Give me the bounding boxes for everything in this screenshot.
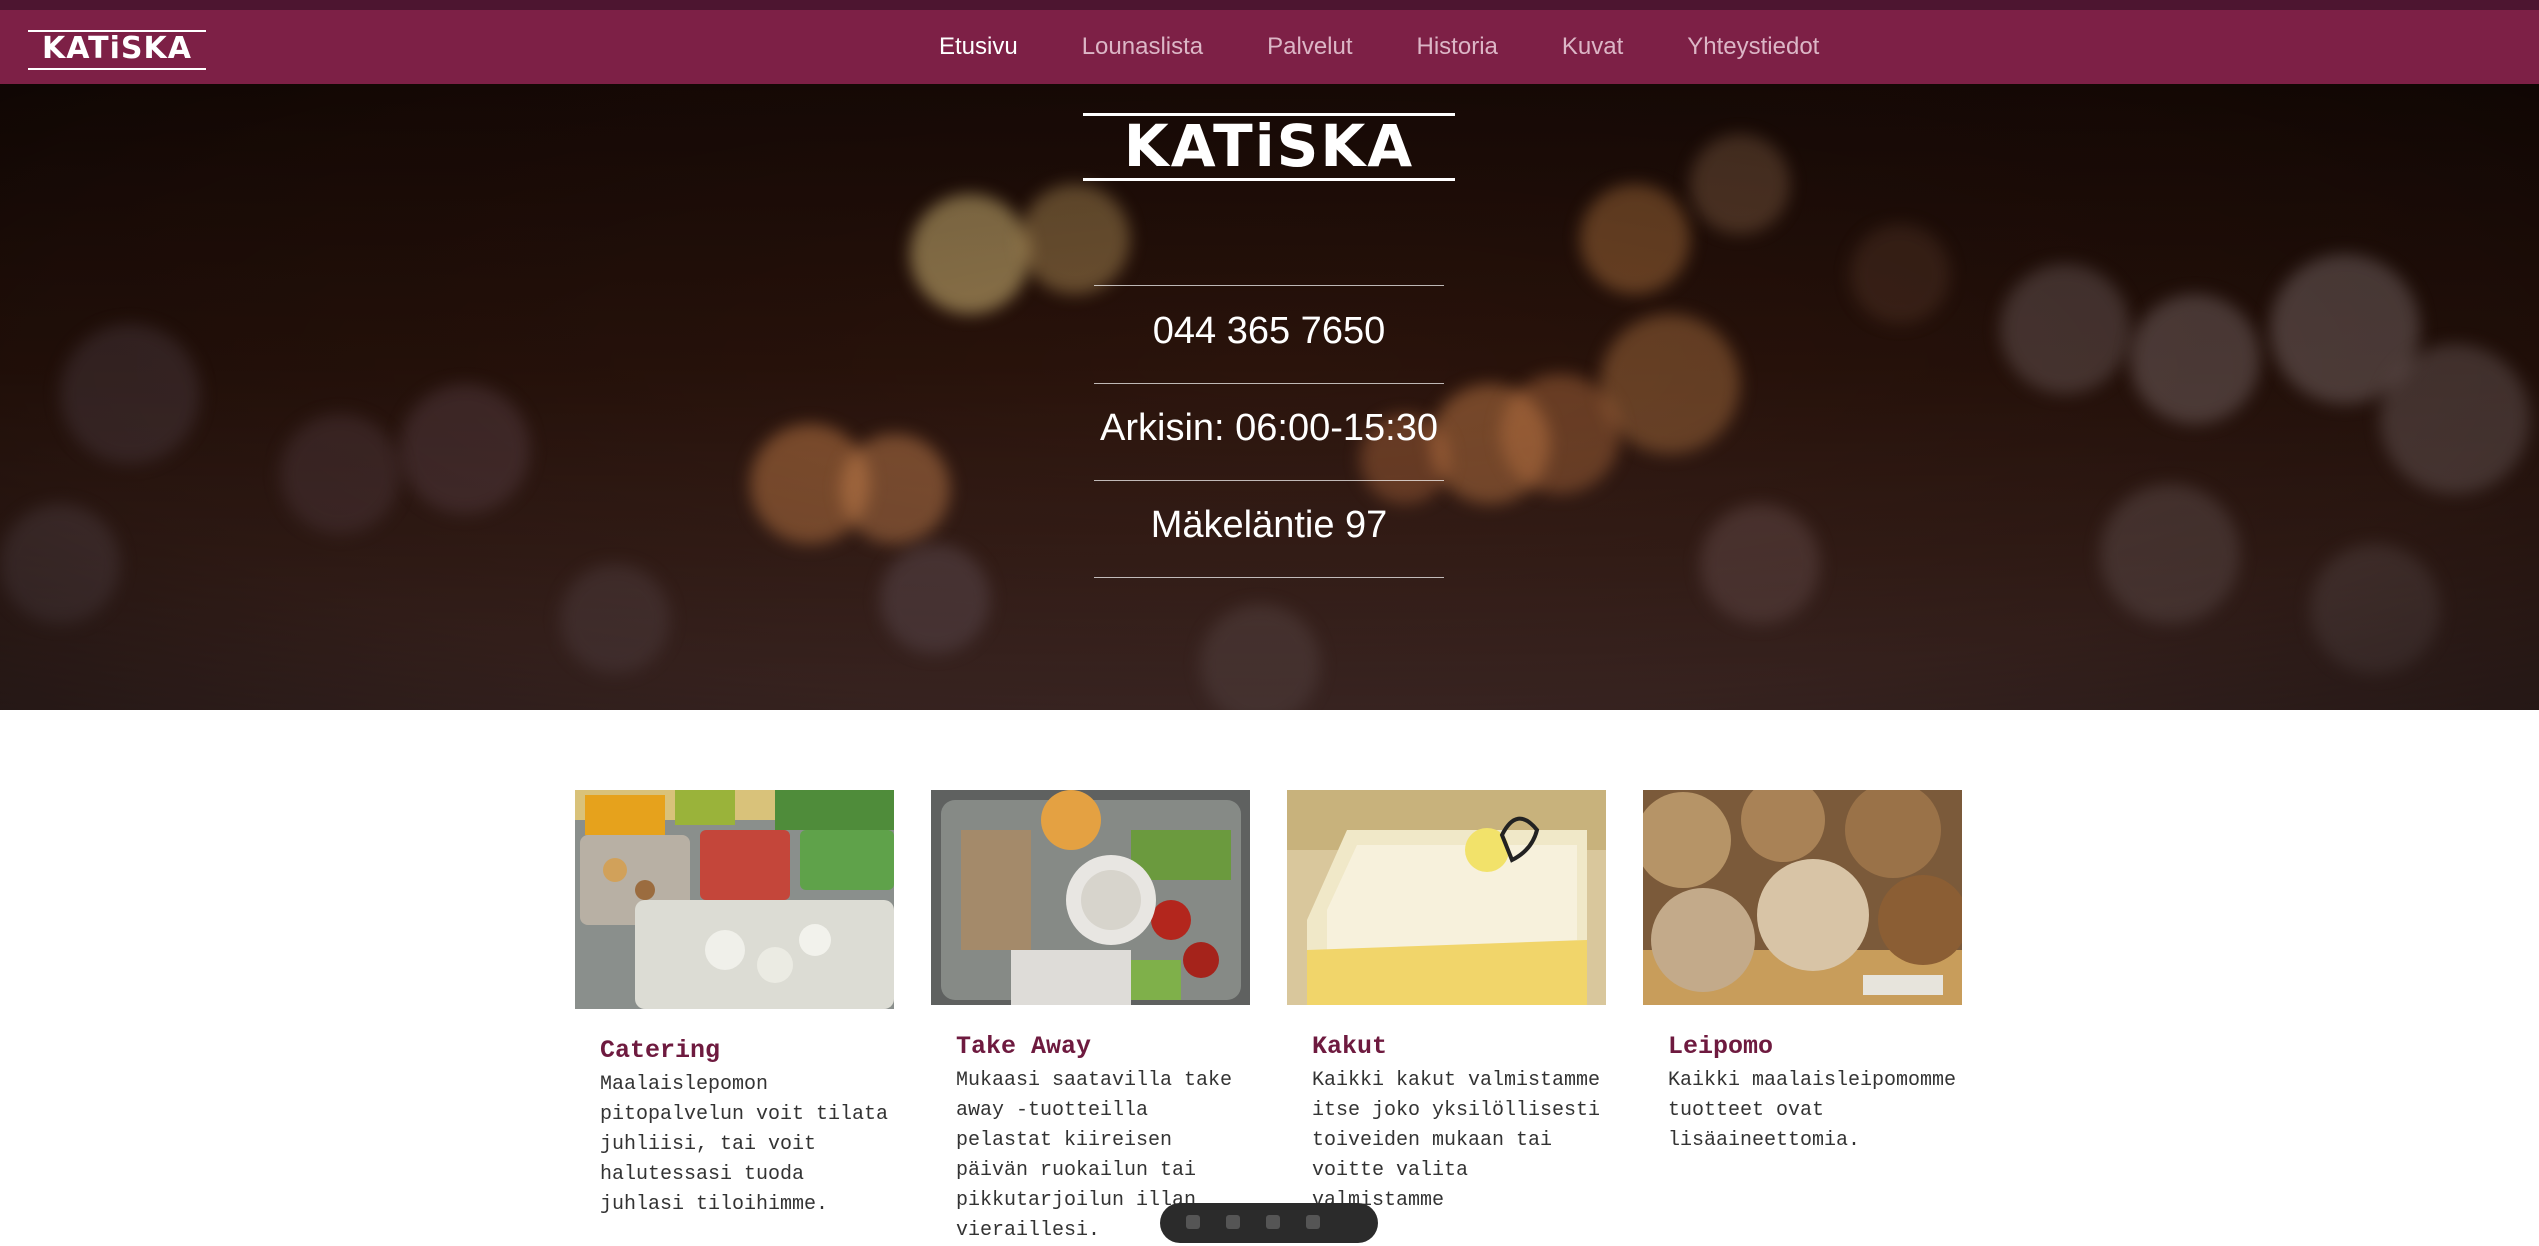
nav-item-lounaslista[interactable]: Lounaslista <box>1082 33 1203 61</box>
service-title[interactable]: Take Away <box>956 1032 1091 1061</box>
take-away-image <box>931 790 1250 1005</box>
main-menu: Etusivu Lounaslista Palvelut Historia Ku… <box>939 10 1883 84</box>
service-title[interactable]: Kakut <box>1312 1032 1387 1061</box>
top-strip <box>0 0 2539 10</box>
service-title[interactable]: Catering <box>600 1036 720 1065</box>
leipomo-image <box>1643 790 1962 1005</box>
hero-address: Mäkeläntie 97 <box>1150 504 1388 546</box>
toolbar-icon[interactable] <box>1266 1215 1280 1229</box>
site-logo[interactable]: KATiSKA <box>28 30 206 70</box>
catering-image <box>575 790 894 1009</box>
nav-item-yhteystiedot[interactable]: Yhteystiedot <box>1687 33 1819 61</box>
hero-logo: KATiSKA <box>1083 113 1455 181</box>
hero-hours: Arkisin: 06:00-15:30 <box>1100 407 1438 449</box>
toolbar-icon[interactable] <box>1186 1215 1200 1229</box>
nav-item-historia[interactable]: Historia <box>1417 33 1498 61</box>
hero-divider <box>1094 383 1444 384</box>
navbar: KATiSKA Etusivu Lounaslista Palvelut His… <box>0 10 2539 84</box>
nav-item-kuvat[interactable]: Kuvat <box>1562 33 1623 61</box>
floating-toolbar[interactable] <box>1160 1203 1378 1243</box>
nav-item-palvelut[interactable]: Palvelut <box>1267 33 1352 61</box>
kakut-image <box>1287 790 1606 1005</box>
hero-phone[interactable]: 044 365 7650 <box>1094 307 1444 355</box>
service-description: Kaikki kakut valmistamme itse joko yksil… <box>1312 1069 1601 1212</box>
hero-divider <box>1094 577 1444 578</box>
hero-divider <box>1094 285 1444 286</box>
service-description: Kaikki maalaisleipomomme tuotteet ovat l… <box>1668 1069 1957 1152</box>
hero-divider <box>1094 480 1444 481</box>
toolbar-icon[interactable] <box>1306 1215 1320 1229</box>
service-description: Maalaislepomon pitopalvelun voit tilata … <box>600 1073 889 1216</box>
toolbar-icon[interactable] <box>1226 1215 1240 1229</box>
nav-item-etusivu[interactable]: Etusivu <box>939 33 1018 61</box>
service-title[interactable]: Leipomo <box>1668 1032 1773 1061</box>
